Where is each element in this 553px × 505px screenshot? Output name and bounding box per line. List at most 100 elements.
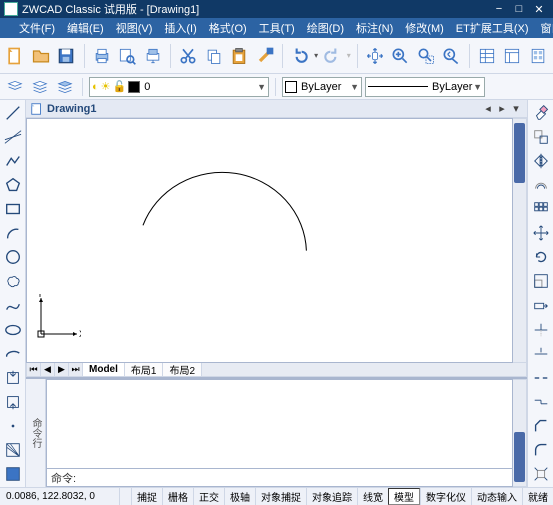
status-coords[interactable]: 0.0086, 122.8032, 0 — [0, 488, 120, 505]
make-block-tool[interactable] — [2, 392, 24, 413]
spline-tool[interactable] — [2, 295, 24, 316]
document-name[interactable]: Drawing1 — [47, 103, 97, 115]
copy-button[interactable] — [202, 40, 225, 72]
linetype-combo[interactable]: ByLayer ▼ — [365, 77, 485, 97]
command-vscrollbar[interactable] — [513, 379, 527, 487]
insert-block-tool[interactable] — [2, 367, 24, 388]
color-combo[interactable]: ByLayer ▼ — [282, 77, 362, 97]
erase-tool[interactable] — [530, 102, 552, 123]
cut-button[interactable] — [177, 40, 200, 72]
menu-insert[interactable]: 插入(I) — [159, 18, 201, 38]
plot-button[interactable] — [141, 40, 164, 72]
layout-nav-last[interactable]: ⏭ — [69, 363, 83, 376]
join-tool[interactable] — [530, 392, 552, 413]
line-tool[interactable] — [2, 102, 24, 123]
print-preview-button[interactable] — [116, 40, 139, 72]
canvas-hscrollbar[interactable] — [202, 363, 526, 376]
status-osnap[interactable]: 对象捕捉 — [255, 488, 306, 505]
extend-tool[interactable] — [530, 343, 552, 364]
undo-button[interactable] — [289, 40, 312, 72]
layer-prev-button[interactable] — [29, 76, 51, 98]
menu-edit[interactable]: 编辑(E) — [62, 18, 109, 38]
copy-tool[interactable] — [530, 126, 552, 147]
layout-tab-model[interactable]: Model — [83, 363, 125, 376]
offset-tool[interactable] — [530, 174, 552, 195]
command-line[interactable]: 命令: — [46, 469, 513, 487]
polyline-tool[interactable] — [2, 150, 24, 171]
mirror-tool[interactable] — [530, 150, 552, 171]
break-tool[interactable] — [530, 367, 552, 388]
pan-button[interactable] — [363, 40, 386, 72]
menu-format[interactable]: 格式(O) — [204, 18, 252, 38]
close-button[interactable]: ✕ — [529, 3, 549, 16]
status-tablet[interactable]: 数字化仪 — [420, 488, 471, 505]
gradient-tool[interactable] — [2, 464, 24, 485]
command-prompt: 命令: — [51, 470, 76, 486]
status-polar[interactable]: 极轴 — [224, 488, 255, 505]
doc-nav-left[interactable]: ◂ — [481, 102, 495, 115]
explode-tool[interactable] — [530, 464, 552, 485]
menu-draw[interactable]: 绘图(D) — [302, 18, 349, 38]
layer-states-button[interactable] — [54, 76, 76, 98]
ellipse-tool[interactable] — [2, 319, 24, 340]
layout-nav-first[interactable]: ⏮ — [27, 363, 41, 376]
zoom-window-button[interactable] — [415, 40, 438, 72]
redo-button[interactable] — [321, 40, 344, 72]
doc-nav-right[interactable]: ▸ — [495, 102, 509, 115]
status-otrack[interactable]: 对象追踪 — [306, 488, 357, 505]
polygon-tool[interactable] — [2, 174, 24, 195]
print-button[interactable] — [90, 40, 113, 72]
status-snap[interactable]: 捕捉 — [131, 488, 162, 505]
zoom-realtime-button[interactable] — [389, 40, 412, 72]
layout-nav-prev[interactable]: ◀ — [41, 363, 55, 376]
trim-tool[interactable] — [530, 319, 552, 340]
new-file-button[interactable] — [4, 40, 27, 72]
menu-window[interactable]: 窗口(W) — [536, 18, 553, 38]
point-tool[interactable] — [2, 416, 24, 437]
move-tool[interactable] — [530, 223, 552, 244]
zoom-previous-button[interactable] — [440, 40, 463, 72]
stretch-tool[interactable] — [530, 295, 552, 316]
menu-modify[interactable]: 修改(M) — [400, 18, 449, 38]
doc-nav-menu[interactable]: ▾ — [509, 102, 523, 115]
menu-dim[interactable]: 标注(N) — [351, 18, 398, 38]
rotate-tool[interactable] — [530, 247, 552, 268]
menu-view[interactable]: 视图(V) — [111, 18, 158, 38]
layer-manager-button[interactable] — [4, 76, 26, 98]
menu-file[interactable]: 文件(F) — [14, 18, 60, 38]
properties-button[interactable] — [475, 40, 498, 72]
rectangle-tool[interactable] — [2, 199, 24, 220]
status-lwt[interactable]: 线宽 — [357, 488, 388, 505]
scale-tool[interactable] — [530, 271, 552, 292]
chamfer-tool[interactable] — [530, 416, 552, 437]
layout-tab-2[interactable]: 布局2 — [163, 363, 202, 376]
paste-button[interactable] — [228, 40, 251, 72]
canvas-vscrollbar[interactable] — [513, 118, 527, 363]
maximize-button[interactable]: □ — [509, 3, 529, 15]
status-model[interactable]: 模型 — [388, 488, 420, 505]
revcloud-tool[interactable] — [2, 271, 24, 292]
layer-combo[interactable]: ◐ ☀ 🔓 0 ▼ — [89, 77, 269, 97]
match-prop-button[interactable] — [253, 40, 276, 72]
status-grid[interactable]: 栅格 — [162, 488, 193, 505]
tool-palettes-button[interactable] — [526, 40, 549, 72]
design-center-button[interactable] — [501, 40, 524, 72]
layout-nav-next[interactable]: ▶ — [55, 363, 69, 376]
menu-et[interactable]: ET扩展工具(X) — [451, 18, 534, 38]
array-tool[interactable] — [530, 199, 552, 220]
status-dyn[interactable]: 动态输入 — [471, 488, 522, 505]
hatch-tool[interactable] — [2, 440, 24, 461]
command-history[interactable] — [46, 379, 513, 469]
layout-tab-1[interactable]: 布局1 — [125, 363, 164, 376]
xline-tool[interactable] — [2, 126, 24, 147]
status-ortho[interactable]: 正交 — [193, 488, 224, 505]
drawing-canvas[interactable]: X Y — [26, 118, 513, 363]
fillet-tool[interactable] — [530, 440, 552, 461]
save-button[interactable] — [55, 40, 78, 72]
arc-tool[interactable] — [2, 223, 24, 244]
menu-tools[interactable]: 工具(T) — [254, 18, 300, 38]
circle-tool[interactable] — [2, 247, 24, 268]
open-file-button[interactable] — [30, 40, 53, 72]
minimize-button[interactable]: − — [489, 3, 509, 15]
ellipse-arc-tool[interactable] — [2, 343, 24, 364]
